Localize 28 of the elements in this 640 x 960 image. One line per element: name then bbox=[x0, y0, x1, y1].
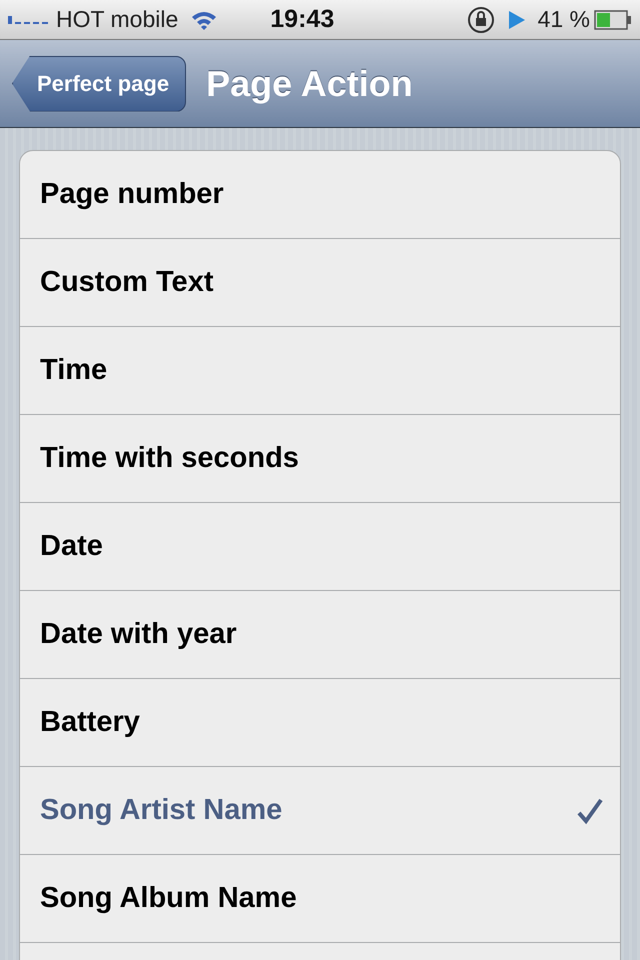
carrier-name: HOT mobile bbox=[56, 5, 178, 34]
option-row[interactable]: Date with year bbox=[20, 591, 620, 679]
option-label: Song Album Name bbox=[40, 880, 297, 916]
option-label: Page number bbox=[40, 176, 224, 212]
back-button[interactable]: Perfect page bbox=[12, 56, 186, 112]
option-label: Date with year bbox=[40, 616, 237, 652]
check-icon bbox=[576, 796, 604, 824]
clock-time: 19:43 bbox=[270, 4, 334, 35]
option-row[interactable]: Time with seconds bbox=[20, 415, 620, 503]
option-row[interactable]: Custom Text bbox=[20, 239, 620, 327]
option-row[interactable]: Battery bbox=[20, 679, 620, 767]
signal-icon bbox=[8, 14, 48, 26]
option-label: Time with seconds bbox=[40, 440, 299, 476]
option-row[interactable]: Song Artist Name bbox=[20, 767, 620, 855]
option-label: Song Artist Name bbox=[40, 792, 282, 828]
screen-title: Page Action bbox=[206, 62, 413, 106]
option-row[interactable]: Date bbox=[20, 503, 620, 591]
option-label: Date bbox=[40, 528, 103, 564]
battery-icon bbox=[594, 10, 632, 30]
option-row[interactable]: Page number bbox=[20, 151, 620, 239]
option-label: Time bbox=[40, 352, 108, 388]
option-label: Custom Text bbox=[40, 264, 214, 300]
option-label: Battery bbox=[40, 704, 140, 740]
play-icon bbox=[508, 10, 526, 30]
option-row[interactable]: Song Album Name bbox=[20, 855, 620, 943]
rotation-lock-icon bbox=[466, 4, 496, 34]
battery-percent: 41 % bbox=[538, 5, 590, 34]
option-row[interactable]: Time bbox=[20, 327, 620, 415]
